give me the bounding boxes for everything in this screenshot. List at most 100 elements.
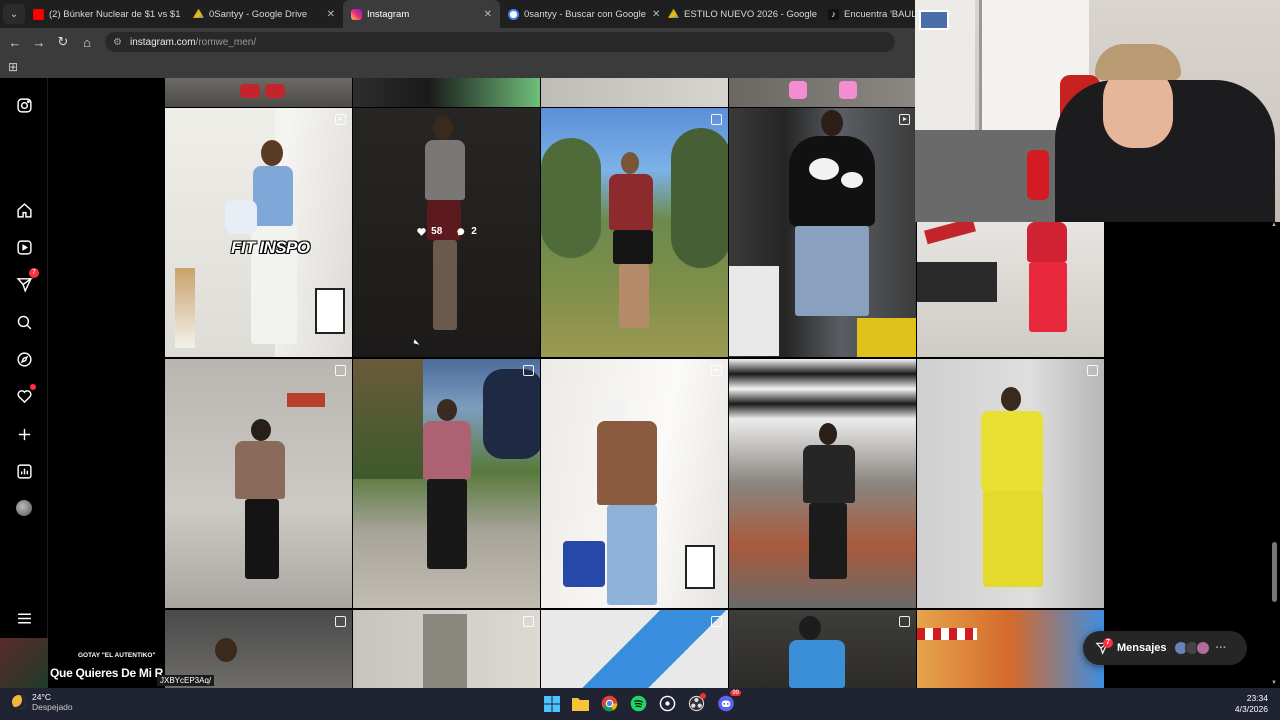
tab-search-button[interactable]: ⌄ <box>3 4 25 24</box>
close-icon[interactable]: ✕ <box>478 9 492 20</box>
url-host: instagram.com <box>129 36 196 48</box>
likes-count: 58 <box>416 226 442 237</box>
post-thumbnail[interactable] <box>353 610 540 688</box>
weather-condition: Despejado <box>32 702 73 712</box>
tab-title: 0Santyy - Google Drive <box>209 8 308 20</box>
post-thumbnail[interactable] <box>541 108 728 357</box>
tab-title: (2) Búnker Nuclear de $1 vs $1 <box>49 8 181 20</box>
hamburger-menu-icon[interactable] <box>15 609 33 627</box>
stream-link-text: JXBYcEP3Aq/ <box>157 675 215 686</box>
post-thumbnail[interactable]: 58 2 <box>353 108 540 357</box>
post-thumbnail[interactable] <box>729 610 916 688</box>
post-thumbnail[interactable] <box>729 108 916 357</box>
close-icon[interactable]: ✕ <box>646 9 660 20</box>
google-drive-icon <box>668 8 679 18</box>
instagram-icon <box>351 8 362 20</box>
profile-avatar-icon[interactable] <box>15 499 33 517</box>
clock-time: 23:34 <box>1246 693 1268 703</box>
tab-title: Instagram <box>367 8 410 20</box>
windows-start-icon[interactable] <box>542 694 561 713</box>
reel-icon <box>335 114 346 125</box>
post-thumbnail[interactable] <box>729 78 916 107</box>
carousel-icon <box>335 365 346 376</box>
post-hover-stats: 58 2 <box>353 226 540 237</box>
tab-instagram[interactable]: Instagram ✕ <box>343 0 500 28</box>
message-avatars <box>1173 641 1210 655</box>
discord-badge: 99 <box>730 690 741 696</box>
windows-taskbar: 24°C Despejado 99 23:34 4/3/2026 <box>0 688 1280 720</box>
address-bar[interactable]: ⚙ instagram.com/romwe_men/ <box>105 32 895 52</box>
forward-arrow-icon[interactable]: → <box>27 30 51 54</box>
tab-tiktok[interactable]: ♪ Encuentra 'BAULETTI <box>820 0 915 28</box>
url-path: /romwe_men/ <box>195 36 257 48</box>
instagram-sidebar: 7 <box>0 78 48 688</box>
reels-icon[interactable] <box>15 238 33 256</box>
dashboard-chart-icon[interactable] <box>15 462 33 480</box>
instagram-logo-icon[interactable] <box>15 96 33 114</box>
post-thumbnail[interactable] <box>353 359 540 608</box>
tiktok-icon: ♪ <box>828 8 839 20</box>
discord-icon[interactable]: 99 <box>716 690 741 713</box>
page-margin <box>1104 222 1280 688</box>
post-thumbnail[interactable] <box>729 359 916 608</box>
post-thumbnail[interactable] <box>165 78 352 107</box>
close-icon[interactable]: ✕ <box>321 9 335 20</box>
tab-google-drive[interactable]: 0Santyy - Google Drive ✕ <box>185 0 343 28</box>
search-icon[interactable] <box>15 313 33 331</box>
home-icon[interactable] <box>15 201 33 219</box>
spotify-icon[interactable] <box>629 694 648 713</box>
home-icon[interactable]: ⌂ <box>75 30 99 54</box>
now-playing-artist: GOTAY "EL AUTENTIKO" <box>78 652 156 659</box>
site-info-icon[interactable]: ⚙ <box>113 37 122 48</box>
carousel-icon <box>523 365 534 376</box>
tab-estilo-nuevo[interactable]: ESTILO NUEVO 2026 - Google ✕ <box>660 0 820 28</box>
apps-grid-icon[interactable]: ⊞ <box>8 60 18 74</box>
comments-count: 2 <box>456 226 477 237</box>
carousel-icon <box>711 616 722 627</box>
system-clock[interactable]: 23:34 4/3/2026 <box>1235 693 1268 715</box>
carousel-icon <box>711 114 722 125</box>
post-overlay-text: FIT INSPO <box>231 238 310 257</box>
carousel-icon <box>1087 365 1098 376</box>
page-scrollbar[interactable]: ▲ ▼ <box>1270 222 1278 688</box>
messenger-icon[interactable]: 7 <box>15 268 39 293</box>
scroll-down-icon[interactable]: ▼ <box>1271 680 1277 686</box>
post-thumbnail[interactable] <box>917 610 1104 688</box>
obs-icon[interactable] <box>687 693 706 713</box>
reload-icon[interactable]: ↻ <box>51 30 75 54</box>
browser-toolbar: ← → ↻ ⌂ ⚙ instagram.com/romwe_men/ <box>0 28 915 56</box>
carousel-icon <box>523 616 534 627</box>
post-thumbnail[interactable] <box>541 78 728 107</box>
post-thumbnail[interactable] <box>917 359 1104 608</box>
create-plus-icon[interactable] <box>15 425 33 443</box>
scrollbar-thumb[interactable] <box>1272 542 1277 602</box>
streamer-webcam <box>915 0 1280 222</box>
post-thumbnail[interactable]: FIT INSPO <box>165 108 352 357</box>
scroll-up-icon[interactable]: ▲ <box>1271 222 1277 228</box>
heart-notifications-icon[interactable] <box>15 384 36 405</box>
google-drive-icon <box>193 8 204 18</box>
more-icon[interactable]: ··· <box>1216 642 1227 654</box>
messages-button[interactable]: 7 Mensajes ··· <box>1083 631 1247 665</box>
post-thumbnail[interactable] <box>541 610 728 688</box>
file-explorer-icon[interactable] <box>571 694 590 713</box>
tab-title: Encuentra 'BAULETTI <box>844 8 915 20</box>
tab-youtube[interactable]: (2) Búnker Nuclear de $1 vs $1 ✕ <box>25 0 185 28</box>
weather-widget[interactable]: 24°C Despejado <box>12 692 73 712</box>
explore-compass-icon[interactable] <box>15 350 33 368</box>
post-thumbnail[interactable] <box>165 359 352 608</box>
tab-title: ESTILO NUEVO 2026 - Google <box>684 8 818 20</box>
steam-icon[interactable] <box>658 694 677 713</box>
notification-dot <box>30 384 36 390</box>
post-thumbnail[interactable] <box>917 222 1104 357</box>
clock-date: 4/3/2026 <box>1234 704 1268 714</box>
tab-google-search[interactable]: 0santyy - Buscar con Google ✕ <box>500 0 660 28</box>
post-thumbnail[interactable] <box>541 359 728 608</box>
back-arrow-icon[interactable]: ← <box>3 30 27 54</box>
carousel-icon <box>899 616 910 627</box>
browser-tab-strip: ⌄ (2) Búnker Nuclear de $1 vs $1 ✕ 0Sant… <box>0 0 915 28</box>
post-thumbnail[interactable] <box>353 78 540 107</box>
reel-icon <box>899 114 910 125</box>
weather-temperature: 24°C <box>32 692 51 702</box>
chrome-icon[interactable] <box>600 694 619 713</box>
